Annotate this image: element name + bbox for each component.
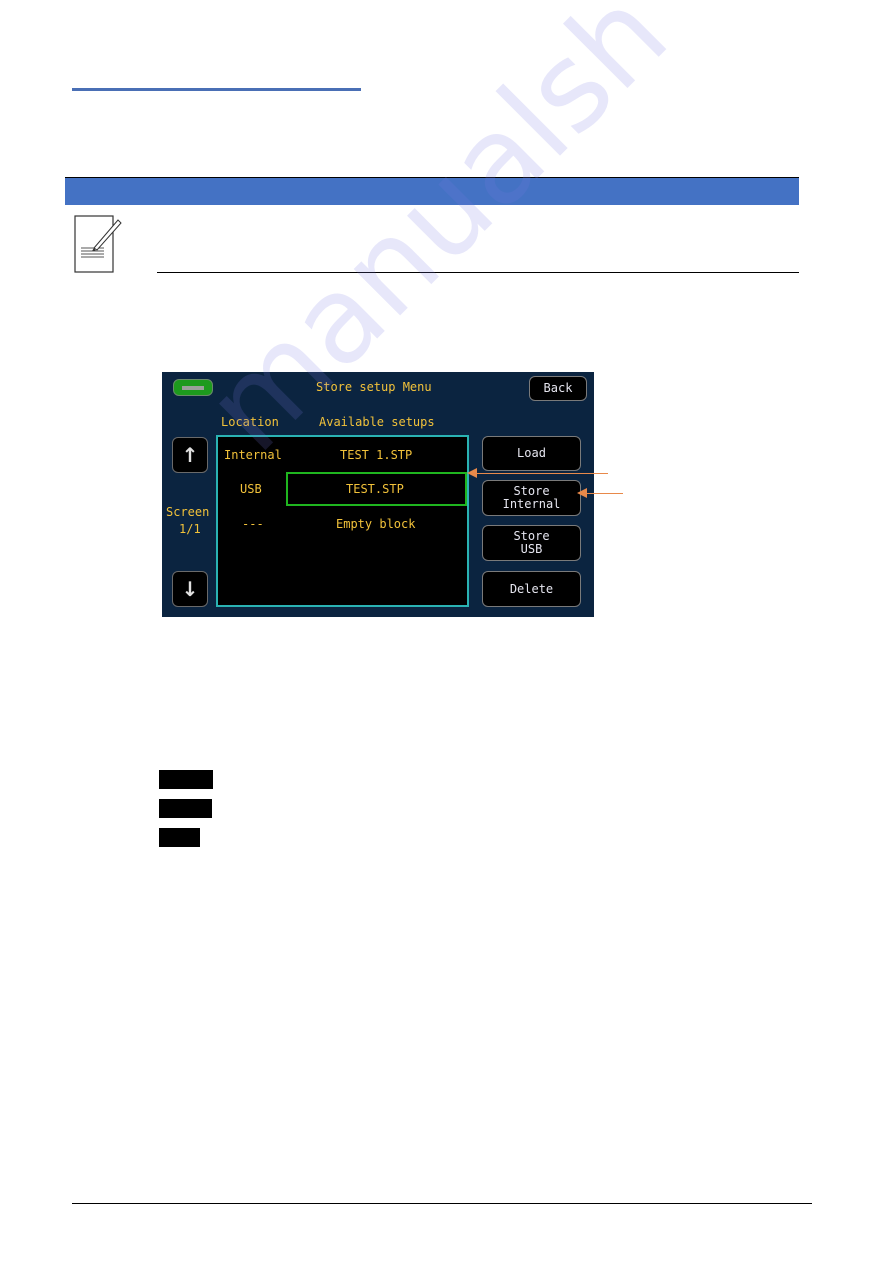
delete-label: Delete xyxy=(509,581,554,596)
note-underline xyxy=(157,272,799,273)
callout-arrowhead-icon xyxy=(467,468,477,478)
column-header-available: Available setups xyxy=(319,415,435,429)
header-rule xyxy=(72,88,361,91)
column-header-location: Location xyxy=(221,415,279,429)
row-location[interactable]: USB xyxy=(240,482,262,496)
callout-line-store-internal xyxy=(586,493,623,494)
device-screen: Store setup Menu Back Location Available… xyxy=(162,372,594,617)
screen-label: Screen xyxy=(166,505,210,519)
row-setup[interactable]: TEST 1.STP xyxy=(340,448,412,462)
row-location[interactable]: Internal xyxy=(224,448,282,462)
footer-rule xyxy=(72,1203,812,1204)
scroll-down-button[interactable]: ↓ xyxy=(172,571,208,607)
status-led-icon xyxy=(173,379,213,396)
scroll-up-button[interactable]: ↑ xyxy=(172,437,208,473)
store-internal-button[interactable]: Store Internal xyxy=(482,480,581,516)
setup-list: Internal TEST 1.STP USB TEST.STP --- Emp… xyxy=(216,435,469,607)
note-pencil-icon xyxy=(74,214,122,274)
row-setup[interactable]: TEST.STP xyxy=(346,482,404,496)
row-setup[interactable]: Empty block xyxy=(336,517,415,531)
load-label: Load xyxy=(517,446,546,460)
arrow-down-icon: ↓ xyxy=(181,577,199,601)
back-button[interactable]: Back xyxy=(529,376,587,401)
screen-title: Store setup Menu xyxy=(316,380,432,394)
store-internal-line2: Internal xyxy=(502,497,561,511)
section-bar xyxy=(65,178,799,205)
screen-page-value: 1/1 xyxy=(179,522,201,536)
store-usb-line2: USB xyxy=(520,542,543,556)
store-usb-button[interactable]: Store USB xyxy=(482,525,581,561)
redacted-label xyxy=(159,770,213,789)
arrow-up-icon: ↑ xyxy=(181,443,199,467)
row-location[interactable]: --- xyxy=(242,517,264,531)
redacted-label xyxy=(159,799,212,818)
delete-button[interactable]: Delete xyxy=(482,571,581,607)
callout-line-selected-row xyxy=(476,473,608,474)
redacted-label xyxy=(159,828,200,847)
callout-arrowhead-icon xyxy=(577,488,587,498)
load-button[interactable]: Load xyxy=(482,436,581,471)
